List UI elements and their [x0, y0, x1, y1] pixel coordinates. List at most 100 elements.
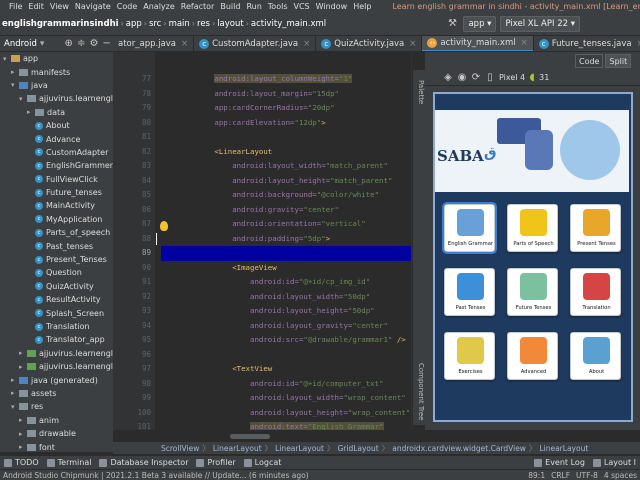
tab-quizactivity-java[interactable]: c QuizActivity.java × [316, 36, 423, 51]
tree-item-future-tenses[interactable]: c Future_tenses [0, 186, 113, 199]
lightbulb-icon[interactable] [160, 221, 168, 231]
code-line[interactable]: <ImageView [161, 261, 411, 276]
card-advanced[interactable]: Advanced [507, 332, 558, 380]
android-icon[interactable]: ◖ [525, 71, 539, 85]
toolwindow-logcat[interactable]: Logcat [240, 458, 286, 467]
crumb-2[interactable]: src [147, 19, 163, 29]
tree-item-quizactivity[interactable]: c QuizActivity [0, 280, 113, 293]
code-line[interactable]: android:background="@color/white" [161, 188, 411, 203]
hammer-icon[interactable]: ⚒ [445, 17, 459, 31]
menu-vcs[interactable]: VCS [291, 2, 313, 11]
tree-item-past-tenses[interactable]: c Past_tenses [0, 239, 113, 252]
menu-file[interactable]: File [6, 2, 25, 11]
tree-item-about[interactable]: c About [0, 119, 113, 132]
code-line[interactable]: android:text="English Grammar" [161, 420, 411, 430]
orientation-icon[interactable]: ⟳ [469, 71, 483, 85]
code-view-button[interactable]: Code [575, 54, 604, 68]
card-parts-of-speech[interactable]: Parts of Speech [507, 204, 558, 252]
collapsed-arrow-icon[interactable]: ▸ [19, 363, 27, 371]
breadcrumb-gridlayout[interactable]: GridLayout [334, 444, 381, 453]
code-line[interactable]: android:layout_width="match_parent" [161, 159, 411, 174]
tree-item-anim[interactable]: ▸ anim [0, 414, 113, 427]
tab-ator-app-java[interactable]: ator_app.java × [113, 36, 195, 51]
breadcrumb-scrollview[interactable]: ScrollView [158, 444, 202, 453]
tree-item-assets[interactable]: ▸ assets [0, 387, 113, 400]
code-line[interactable] [161, 348, 411, 363]
toolwindow-layout-i[interactable]: Layout I [589, 458, 640, 467]
toolwindow-event-log[interactable]: Event Log [530, 458, 589, 467]
card-about[interactable]: About [570, 332, 621, 380]
palette-tab[interactable]: Palette [413, 72, 425, 112]
code-line[interactable]: android:src="@drawable/grammar1" /> [161, 333, 411, 348]
expanded-arrow-icon[interactable]: ▾ [11, 81, 19, 89]
line-separator[interactable]: CRLF [548, 471, 573, 480]
menu-window[interactable]: Window [313, 2, 351, 11]
crumb-1[interactable]: app [124, 19, 144, 29]
close-icon[interactable]: × [303, 39, 310, 49]
code-editor[interactable]: android:layout_columnWeight="1" android:… [161, 52, 411, 430]
tree-item-englishgrammeract[interactable]: cEnglishGrammerAct [0, 159, 113, 172]
expanded-arrow-icon[interactable]: ▾ [19, 95, 27, 103]
expanded-arrow-icon[interactable]: ▾ [3, 55, 11, 63]
collapsed-arrow-icon[interactable]: ▸ [19, 416, 27, 424]
tree-item-font[interactable]: ▸ font [0, 440, 113, 452]
collapse-icon[interactable]: ≑ [75, 37, 88, 51]
layers-icon[interactable]: ◈ [441, 71, 455, 85]
tree-item-translator-app[interactable]: c Translator_app [0, 333, 113, 346]
code-line[interactable]: android:layout_height="match_parent" [161, 174, 411, 189]
design-api-label[interactable]: 31 [539, 73, 549, 82]
crumb-3[interactable]: main [167, 19, 192, 29]
tree-item-advance[interactable]: c Advance [0, 132, 113, 145]
project-view-selector[interactable]: Android [0, 39, 37, 49]
toolwindow-profiler[interactable]: Profiler [192, 458, 239, 467]
crumb-0[interactable]: englishgrammarinsindhi [0, 19, 121, 29]
tree-item-translation[interactable]: c Translation [0, 320, 113, 333]
toolwindow-database-inspector[interactable]: Database Inspector [95, 458, 192, 467]
code-line[interactable]: android:id="@+id/cp_img_id" [161, 275, 411, 290]
code-line[interactable] [161, 246, 411, 261]
chevron-down-icon[interactable]: ▾ [40, 39, 45, 49]
toolwindow-terminal[interactable]: Terminal [43, 458, 96, 467]
editor-horizontal-scrollbar[interactable] [161, 430, 411, 442]
collapsed-arrow-icon[interactable]: ▸ [11, 389, 19, 397]
collapsed-arrow-icon[interactable]: ▸ [19, 443, 27, 451]
tree-item-fullviewclick[interactable]: c FullViewClick [0, 173, 113, 186]
breadcrumb-linearlayout[interactable]: LinearLayout [536, 444, 591, 453]
code-line[interactable]: app:cardElevation="12dp"> [161, 116, 411, 131]
card-english-grammar[interactable]: English Grammar [442, 202, 497, 254]
crumb-4[interactable]: res [195, 19, 212, 29]
target-icon[interactable]: ⊕ [62, 37, 75, 51]
code-line[interactable]: android:layout_height="wrap_content" [161, 406, 411, 421]
indent-setting[interactable]: 4 spaces [601, 471, 640, 480]
tree-item-java[interactable]: ▾ java [0, 79, 113, 92]
menu-build[interactable]: Build [217, 2, 243, 11]
collapsed-arrow-icon[interactable]: ▸ [19, 430, 27, 438]
close-icon[interactable]: × [181, 39, 188, 49]
minimize-icon[interactable]: − [100, 37, 113, 51]
menu-edit[interactable]: Edit [25, 2, 47, 11]
gear-icon[interactable]: ⚙ [88, 37, 101, 51]
component-tree-tab[interactable]: Component Tree [413, 360, 425, 424]
collapsed-arrow-icon[interactable]: ▸ [27, 108, 35, 116]
code-line[interactable]: android:layout_columnWeight="1" [161, 72, 411, 87]
code-line[interactable]: android:gravity="center" [161, 203, 411, 218]
tree-item-question[interactable]: c Question [0, 266, 113, 279]
collapsed-arrow-icon[interactable]: ▸ [11, 68, 19, 76]
status-message[interactable]: Android Studio Chipmunk | 2021.2.1 Beta … [0, 471, 525, 480]
tree-item-splash-screen[interactable]: c Splash_Screen [0, 306, 113, 319]
tree-item-customadapter[interactable]: c CustomAdapter [0, 146, 113, 159]
code-line[interactable]: android:orientation="vertical" [161, 217, 411, 232]
file-encoding[interactable]: UTF-8 [573, 471, 601, 480]
tree-item-drawable[interactable]: ▸ drawable [0, 427, 113, 440]
crumb-6[interactable]: activity_main.xml [249, 19, 328, 29]
device-select[interactable]: Pixel XL API 22 ▾ [500, 15, 580, 32]
tree-item-ajjuvirus-learnenglishgrammm[interactable]: ▾ ajjuvirus.learnenglishgrammm [0, 92, 113, 105]
menu-code[interactable]: Code [114, 2, 140, 11]
tree-item-res[interactable]: ▾ res [0, 400, 113, 413]
horizontal-scroll-thumb[interactable] [230, 434, 270, 439]
menu-analyze[interactable]: Analyze [140, 2, 178, 11]
tree-item-ajjuvirus-learnenglishgramm[interactable]: ▸ ajjuvirus.learnenglishgramm [0, 347, 113, 360]
close-icon[interactable]: × [637, 39, 640, 49]
tab-customadapter-java[interactable]: c CustomAdapter.java × [194, 36, 317, 51]
tree-item-present-tenses[interactable]: c Present_Tenses [0, 253, 113, 266]
